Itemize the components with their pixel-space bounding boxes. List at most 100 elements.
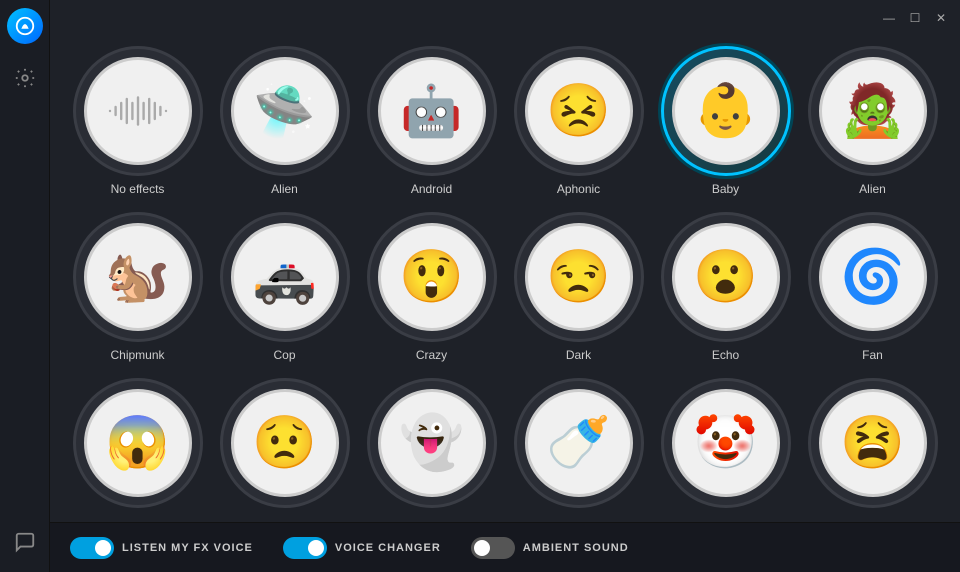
voice-label: Aphonic — [557, 182, 600, 196]
voice-circle-outer: 😮 — [661, 212, 791, 342]
toggle-label-ambient-sound: AMBIENT SOUND — [523, 542, 629, 554]
voice-circle-outer — [73, 46, 203, 176]
voice-item-crazy[interactable]: 😲 Crazy — [364, 212, 499, 362]
voice-item-android[interactable]: 🤖 Android — [364, 46, 499, 196]
toggle-ambient-sound[interactable] — [471, 537, 515, 559]
voice-item-partial6[interactable]: 😫 — [805, 378, 940, 514]
voice-emoji: 👻 — [399, 417, 464, 469]
toggle-label-listen-fx: LISTEN MY FX VOICE — [122, 542, 253, 554]
toggle-knob — [95, 540, 111, 556]
voice-circle-inner — [84, 57, 192, 165]
voice-item-partial1[interactable]: 😱 — [70, 378, 205, 514]
voice-grid: No effects 🛸 Alien 🤖 Android 😣 Aphonic 👶 — [70, 46, 940, 514]
voice-emoji: 🤖 — [400, 86, 462, 136]
voice-emoji: 👶 — [693, 85, 758, 137]
voice-circle-inner: 😣 — [525, 57, 633, 165]
voice-label: Cop — [273, 348, 295, 362]
voice-emoji: 🧟 — [840, 85, 905, 137]
app-logo[interactable] — [7, 8, 43, 44]
voice-item-partial5[interactable]: 🤡 — [658, 378, 793, 514]
voice-label: Crazy — [416, 348, 447, 362]
voice-circle-outer: 😱 — [73, 378, 203, 508]
voice-emoji: 🍼 — [546, 417, 611, 469]
voice-label: Dark — [566, 348, 591, 362]
voice-circle-outer: 😫 — [808, 378, 938, 508]
close-button[interactable]: ✕ — [934, 11, 948, 25]
voice-circle-outer: 😣 — [514, 46, 644, 176]
voice-item-dark[interactable]: 😒 Dark — [511, 212, 646, 362]
title-bar: — ☐ ✕ — [50, 0, 960, 36]
toggle-group-listen-fx: LISTEN MY FX VOICE — [70, 537, 253, 559]
voice-item-fan[interactable]: 🌀 Fan — [805, 212, 940, 362]
waveform-icon — [106, 90, 170, 132]
voice-item-no-effects[interactable]: No effects — [70, 46, 205, 196]
toggle-label-voice-changer: VOICE CHANGER — [335, 542, 441, 554]
voice-label: Chipmunk — [110, 348, 164, 362]
voice-circle-inner: 🍼 — [525, 389, 633, 497]
voice-emoji: 😱 — [105, 417, 170, 469]
voice-label: Android — [411, 182, 452, 196]
voice-circle-outer: 😒 — [514, 212, 644, 342]
voice-item-partial2[interactable]: 😟 — [217, 378, 352, 514]
voice-circle-outer: 👶 — [661, 46, 791, 176]
voice-circle-inner: 🤖 — [378, 57, 486, 165]
sidebar — [0, 0, 50, 572]
toggle-knob — [308, 540, 324, 556]
voice-item-chipmunk[interactable]: 🐿️ Chipmunk — [70, 212, 205, 362]
voice-circle-outer: 😟 — [220, 378, 350, 508]
voice-circle-inner: 🐿️ — [84, 223, 192, 331]
voice-circle-outer: 🐿️ — [73, 212, 203, 342]
voice-circle-outer: 🛸 — [220, 46, 350, 176]
window-controls: — ☐ ✕ — [882, 11, 948, 25]
voice-circle-inner: 👻 — [378, 389, 486, 497]
voice-label: Alien — [271, 182, 298, 196]
logo-icon — [14, 15, 36, 37]
main-content: — ☐ ✕ No — [50, 0, 960, 572]
voice-emoji: 😒 — [546, 251, 611, 303]
voice-item-echo[interactable]: 😮 Echo — [658, 212, 793, 362]
voice-item-aphonic[interactable]: 😣 Aphonic — [511, 46, 646, 196]
voice-circle-inner: 😒 — [525, 223, 633, 331]
toggle-listen-fx[interactable] — [70, 537, 114, 559]
voice-emoji: 😲 — [399, 251, 464, 303]
toggle-knob — [474, 540, 490, 556]
bottom-bar: LISTEN MY FX VOICE VOICE CHANGER AMBIENT… — [50, 522, 960, 572]
voice-circle-inner: 🧟 — [819, 57, 927, 165]
voice-grid-container[interactable]: No effects 🛸 Alien 🤖 Android 😣 Aphonic 👶 — [50, 36, 960, 522]
voice-item-alien[interactable]: 🛸 Alien — [217, 46, 352, 196]
voice-circle-inner: 🛸 — [231, 57, 339, 165]
voice-label: No effects — [111, 182, 165, 196]
voice-label: Echo — [712, 348, 739, 362]
voice-item-cop[interactable]: 🚓 Cop — [217, 212, 352, 362]
voice-circle-inner: 🚓 — [231, 223, 339, 331]
voice-item-alien2[interactable]: 🧟 Alien — [805, 46, 940, 196]
voice-circle-outer: 👻 — [367, 378, 497, 508]
voice-circle-inner: 🌀 — [819, 223, 927, 331]
minimize-button[interactable]: — — [882, 11, 896, 25]
voice-emoji: 🤡 — [693, 417, 758, 469]
voice-emoji: 😫 — [840, 417, 905, 469]
voice-circle-inner: 😱 — [84, 389, 192, 497]
toggle-voice-changer[interactable] — [283, 537, 327, 559]
settings-button[interactable] — [11, 64, 39, 92]
voice-circle-outer: 😲 — [367, 212, 497, 342]
voice-circle-inner: 👶 — [672, 57, 780, 165]
chat-button[interactable] — [11, 528, 39, 556]
voice-item-baby[interactable]: 👶 Baby — [658, 46, 793, 196]
voice-emoji: 😟 — [252, 417, 317, 469]
voice-emoji: 😣 — [546, 85, 611, 137]
maximize-button[interactable]: ☐ — [908, 11, 922, 25]
voice-item-partial3[interactable]: 👻 — [364, 378, 499, 514]
voice-circle-inner: 🤡 — [672, 389, 780, 497]
voice-emoji: 😮 — [693, 251, 758, 303]
voice-label: Fan — [862, 348, 883, 362]
voice-circle-outer: 🧟 — [808, 46, 938, 176]
voice-emoji: 🚓 — [252, 251, 317, 303]
voice-item-partial4[interactable]: 🍼 — [511, 378, 646, 514]
voice-emoji: 🐿️ — [105, 251, 170, 303]
toggle-group-ambient-sound: AMBIENT SOUND — [471, 537, 629, 559]
voice-circle-outer: 🍼 — [514, 378, 644, 508]
voice-circle-outer: 🚓 — [220, 212, 350, 342]
voice-label: Alien — [859, 182, 886, 196]
toggle-group-voice-changer: VOICE CHANGER — [283, 537, 441, 559]
